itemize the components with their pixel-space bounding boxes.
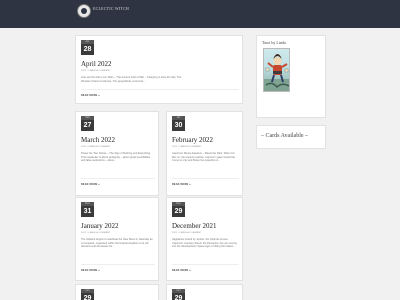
post-card: Jan 30 February 2022 2022 / LEAVE A COMM… [166, 111, 243, 196]
post-title[interactable]: February 2022 [172, 136, 213, 144]
tarot-illustration [264, 54, 289, 91]
read-more-link[interactable]: READ MORE » [81, 269, 100, 272]
date-day: 29 [174, 208, 183, 215]
divider [172, 178, 239, 179]
post-excerpt: Ares and his Flery Iron Mars – The Ancie… [81, 76, 182, 83]
site-logo[interactable]: ECLECTIC WITCH [77, 4, 129, 24]
read-more-link[interactable]: READ MORE » [81, 183, 100, 186]
post-excerpt: Capricorn Meets Aquarius – Meets the Dar… [172, 152, 236, 163]
post-meta[interactable]: 2021 / LEAVE A COMMENT [172, 232, 202, 234]
date-day: 29 [83, 295, 92, 300]
date-day: 29 [174, 295, 183, 300]
witch-logo-icon [77, 4, 91, 18]
tarot-card-image[interactable] [263, 48, 290, 92]
site-name: ECLECTIC WITCH [93, 6, 129, 11]
divider [172, 264, 239, 265]
date-badge: Dec 31 [81, 202, 94, 217]
divider [81, 89, 239, 90]
divider [81, 178, 155, 179]
post-card: Nov 29 December 2021 2021 / LEAVE A COMM… [166, 197, 243, 281]
cards-available-widget: – Cards Available – [256, 125, 326, 149]
read-more-link[interactable]: READ MORE » [172, 183, 191, 186]
date-badge: Nov 29 [172, 202, 185, 217]
post-excerpt: Power the Two Fishes – The Sign of Nothi… [81, 152, 151, 163]
date-badge: Mar 27 [81, 116, 94, 131]
widget-title: Tarot by Linda [262, 40, 286, 45]
date-day: 27 [83, 122, 92, 129]
cards-available-heading[interactable]: – Cards Available – [261, 133, 308, 139]
post-meta[interactable]: 2022 / LEAVE A COMMENT [81, 70, 111, 72]
post-card: Oct 29 [166, 284, 243, 300]
read-more-link[interactable]: READ MORE » [81, 94, 100, 97]
post-excerpt: Sagittarius Grand by Jupiter, the Optimi… [172, 238, 237, 249]
post-card: Oct 29 [75, 284, 159, 300]
post-card: Dec 31 January 2022 2021 / LEAVE A COMME… [75, 197, 159, 281]
post-title[interactable]: December 2021 [172, 222, 217, 230]
date-badge: Oct 29 [81, 289, 94, 300]
divider [81, 264, 155, 265]
read-more-link[interactable]: READ MORE » [172, 269, 191, 272]
tarot-widget: Tarot by Linda [256, 35, 326, 118]
post-card: Apr 28 April 2022 2022 / LEAVE A COMMENT… [75, 35, 243, 104]
date-day: 31 [83, 208, 92, 215]
date-badge: Oct 29 [172, 289, 185, 300]
post-excerpt: The Solstice begins to celebrate the New… [81, 238, 153, 249]
date-day: 30 [174, 122, 183, 129]
post-meta[interactable]: 2021 / LEAVE A COMMENT [81, 232, 111, 234]
site-header: ECLECTIC WITCH [0, 0, 400, 28]
post-title[interactable]: April 2022 [81, 60, 112, 68]
post-card: Mar 27 March 2022 2022 / LEAVE A COMMENT… [75, 111, 159, 196]
post-meta[interactable]: 2022 / LEAVE A COMMENT [81, 146, 111, 148]
date-day: 28 [83, 46, 92, 53]
date-badge: Apr 28 [81, 40, 94, 55]
date-badge: Jan 30 [172, 116, 185, 131]
post-title[interactable]: January 2022 [81, 222, 119, 230]
post-meta[interactable]: 2022 / LEAVE A COMMENT [172, 146, 202, 148]
post-title[interactable]: March 2022 [81, 136, 115, 144]
